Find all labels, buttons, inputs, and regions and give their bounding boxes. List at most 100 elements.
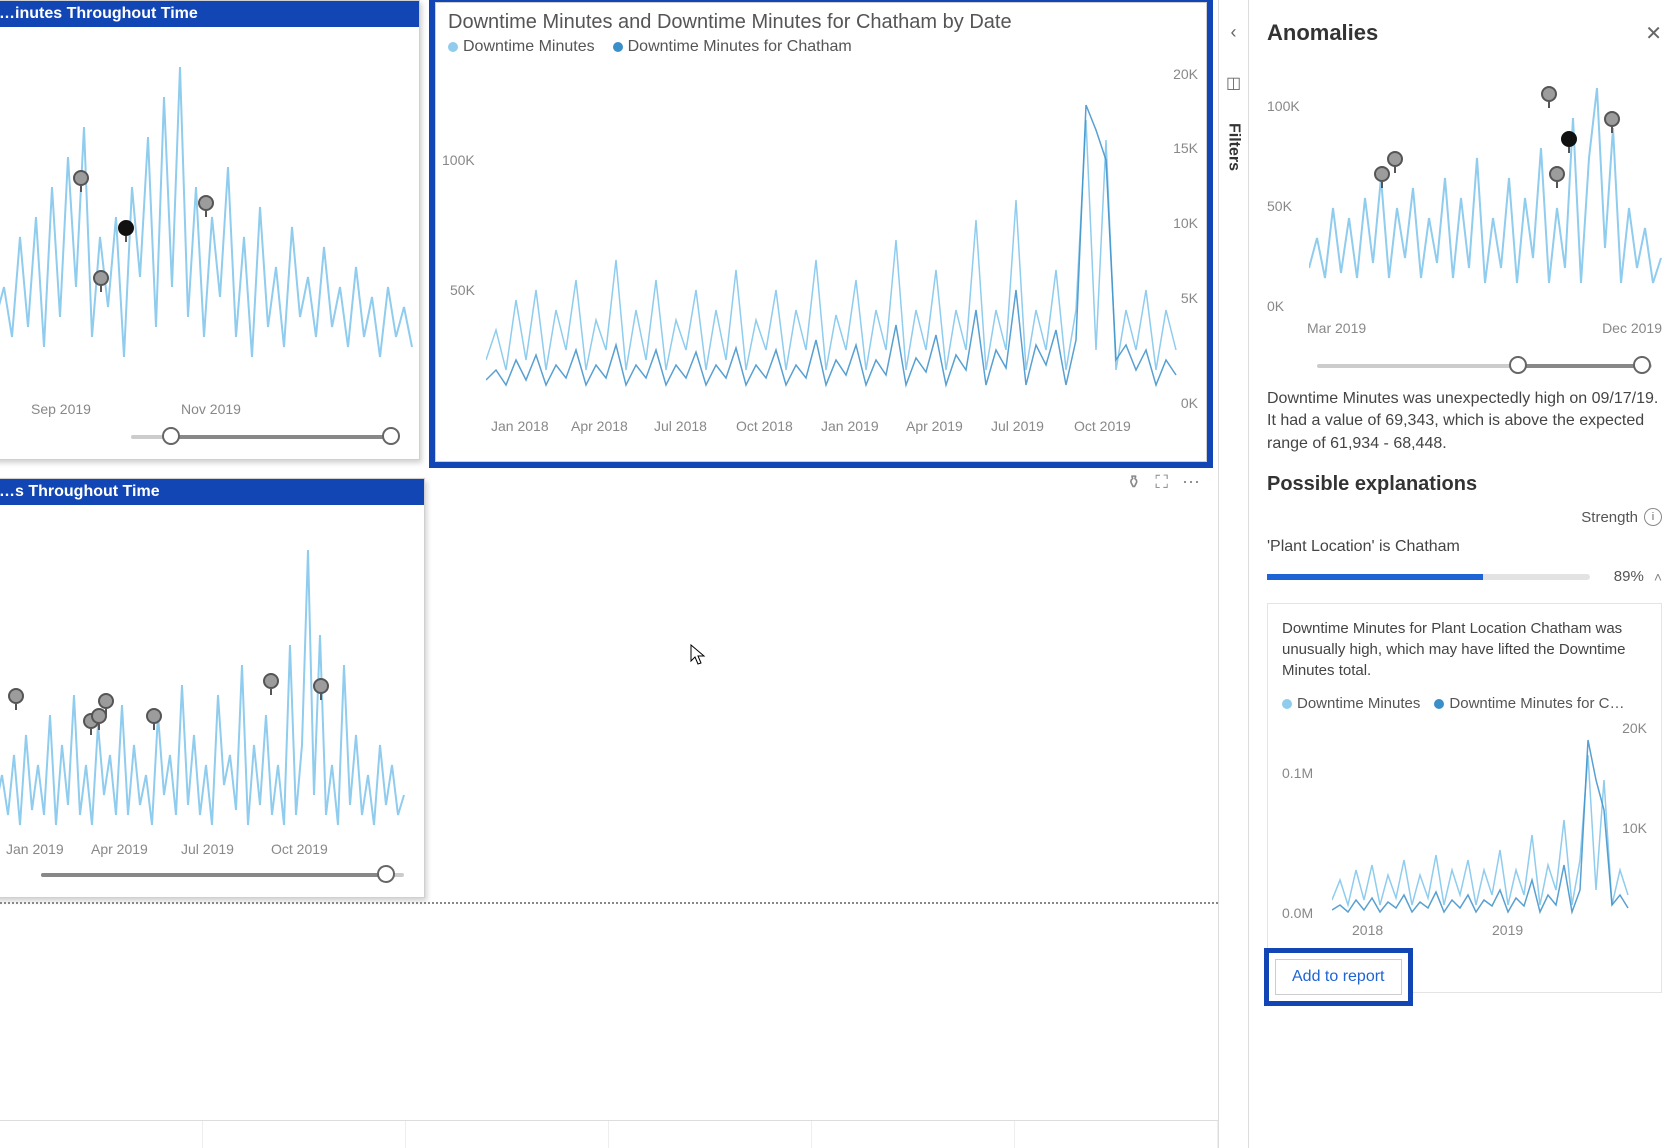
time-range-slider[interactable] [41, 865, 404, 885]
y-tick-right: 10K [1173, 215, 1198, 231]
x-tick: Jul 2019 [181, 841, 234, 857]
chart-title: Downtime Minutes and Downtime Minutes fo… [436, 3, 1206, 34]
anomaly-marker[interactable] [1541, 86, 1557, 108]
legend-dot-icon [1282, 699, 1292, 709]
close-icon[interactable]: ✕ [1645, 21, 1662, 46]
x-tick: Jul 2018 [654, 418, 707, 434]
x-tick: Oct 2019 [271, 841, 328, 857]
mini-chart-svg [1309, 58, 1669, 308]
anomalies-overview-chart[interactable]: 100K 50K 0K [1267, 58, 1662, 308]
anomaly-marker[interactable] [98, 693, 114, 715]
anomalies-range-slider[interactable] [1317, 356, 1652, 376]
chevron-up-icon[interactable]: ˄ [1654, 569, 1662, 585]
x-tick: Dec 2019 [1602, 320, 1662, 336]
x-tick: Jan 2019 [6, 841, 64, 857]
y-tick-right: 5K [1181, 290, 1198, 306]
x-tick: Apr 2018 [571, 418, 628, 434]
chart-top-left [0, 37, 416, 417]
info-icon[interactable]: i [1644, 508, 1662, 526]
x-tick: 2018 [1352, 922, 1383, 938]
x-tick: Mar 2019 [1307, 320, 1366, 336]
y-tick-left: 50K [450, 282, 475, 298]
anomaly-marker[interactable] [73, 170, 89, 192]
y-tick-left: 0.0M [1282, 905, 1313, 921]
x-tick: Sep 2019 [31, 401, 91, 417]
slider-thumb-end[interactable] [1633, 356, 1651, 374]
canvas-boundary [0, 902, 1218, 904]
strength-label: Strength [1581, 509, 1638, 526]
legend-dot-icon [448, 42, 458, 52]
anomaly-marker[interactable] [1604, 111, 1620, 133]
possible-explanations-title: Possible explanations [1267, 473, 1662, 496]
x-tick: Nov 2019 [181, 401, 241, 417]
add-to-report-button[interactable]: Add to report [1275, 959, 1402, 995]
explanation-card-text: Downtime Minutes for Plant Location Chat… [1282, 618, 1647, 681]
add-to-report-highlight: Add to report [1264, 948, 1413, 1006]
strength-percentage: 89% [1600, 568, 1644, 585]
anomaly-marker[interactable] [93, 270, 109, 292]
visual-hover-toolbar: ⚱ ⛶ ⋯ [1126, 472, 1200, 493]
legend-item: Downtime Minutes [1297, 695, 1420, 712]
y-tick: 100K [1267, 98, 1300, 114]
y-tick-left: 100K [442, 152, 475, 168]
strength-bar-row[interactable]: 89% ˄ [1267, 568, 1662, 585]
anomaly-marker-selected[interactable] [1561, 131, 1577, 153]
y-tick-right: 0K [1181, 395, 1198, 411]
anomaly-marker[interactable] [198, 195, 214, 217]
focus-mode-icon[interactable]: ⛶ [1155, 472, 1168, 493]
anomaly-marker[interactable] [263, 673, 279, 695]
visual-main-selected[interactable]: Downtime Minutes and Downtime Minutes fo… [435, 2, 1207, 462]
x-tick: Apr 2019 [91, 841, 148, 857]
chart-main [486, 60, 1186, 400]
legend-item: Downtime Minutes for Chatham [628, 38, 852, 55]
y-tick: 50K [1267, 198, 1292, 214]
x-tick: Jan 2018 [491, 418, 549, 434]
panel-title: Anomalies [1267, 20, 1378, 46]
more-options-icon[interactable]: ⋯ [1182, 472, 1200, 493]
filter-icon[interactable]: ⚱ [1126, 472, 1141, 493]
card-legend: Downtime Minutes Downtime Minutes for C… [1282, 695, 1647, 712]
visual-bottom-left[interactable]: …s Throughout Time Jan 2019 Apr 2019 Jul… [0, 478, 425, 898]
visual-top-left[interactable]: …inutes Throughout Time Sep 2019 Nov 201… [0, 0, 420, 460]
anomaly-marker[interactable] [313, 678, 329, 700]
x-tick: Jan 2019 [821, 418, 879, 434]
filters-label[interactable]: Filters [1225, 123, 1243, 171]
time-range-slider[interactable] [131, 427, 399, 447]
legend-item: Downtime Minutes for C… [1449, 695, 1624, 712]
x-tick: Apr 2019 [906, 418, 963, 434]
slider-thumb-start[interactable] [162, 427, 180, 445]
filters-rail: ‹ ◫ Filters [1218, 0, 1248, 1148]
y-tick-right: 20K [1173, 66, 1198, 82]
explanation-card-chart [1332, 720, 1632, 915]
visual-title-bar: …s Throughout Time [0, 479, 424, 505]
x-tick: Jul 2019 [991, 418, 1044, 434]
anomaly-description: Downtime Minutes was unexpectedly high o… [1267, 388, 1662, 455]
x-tick: 2019 [1492, 922, 1523, 938]
chart-legend: Downtime Minutes Downtime Minutes for Ch… [436, 34, 1206, 60]
anomaly-marker[interactable] [8, 688, 24, 710]
bookmark-icon[interactable]: ◫ [1226, 73, 1241, 93]
x-tick: Oct 2018 [736, 418, 793, 434]
x-tick: Oct 2019 [1074, 418, 1131, 434]
y-tick: 0K [1267, 298, 1284, 314]
y-tick-left: 0.1M [1282, 765, 1313, 781]
legend-dot-icon [613, 42, 623, 52]
visual-title-bar: …inutes Throughout Time [0, 1, 419, 27]
slider-thumb-end[interactable] [377, 865, 395, 883]
anomaly-marker[interactable] [146, 708, 162, 730]
anomaly-marker[interactable] [1387, 151, 1403, 173]
mouse-cursor-icon [690, 644, 706, 666]
slider-thumb-start[interactable] [1509, 356, 1527, 374]
anomalies-panel: Anomalies ✕ 100K 50K 0K Mar 2019 Dec 201… [1248, 0, 1680, 1148]
slider-thumb-end[interactable] [382, 427, 400, 445]
legend-item: Downtime Minutes [463, 38, 595, 55]
chart-bottom-left [0, 515, 416, 855]
legend-dot-icon [1434, 699, 1444, 709]
y-tick-right: 15K [1173, 140, 1198, 156]
anomaly-marker-selected[interactable] [118, 220, 134, 242]
collapse-filters-icon[interactable]: ‹ [1231, 22, 1237, 43]
anomaly-marker[interactable] [1549, 166, 1565, 188]
strength-bar [1267, 574, 1590, 580]
page-tabs-footer[interactable] [0, 1120, 1218, 1148]
report-canvas[interactable]: …inutes Throughout Time Sep 2019 Nov 201… [0, 0, 1218, 1148]
